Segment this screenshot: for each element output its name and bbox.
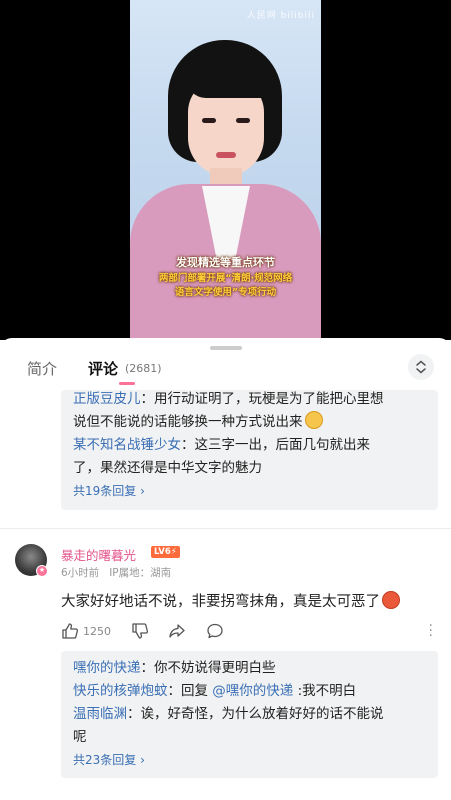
anchor-right-eye	[236, 118, 250, 123]
reply-item: 温雨临渊：诶，好奇怪，为什么放着好好的话不能说	[73, 703, 426, 726]
reply-author[interactable]: 正版豆皮儿	[73, 391, 141, 407]
reply-button[interactable]	[206, 620, 224, 642]
reply-text: ：回复	[167, 683, 213, 699]
thumbs-down-icon	[132, 623, 149, 639]
comment-username[interactable]: 暴走的曙暮光	[61, 545, 136, 564]
share-icon	[169, 624, 185, 638]
reply-text: ：诶，好奇怪，为什么放着好好的话不能说	[127, 706, 384, 722]
reply-author[interactable]: 嘿你的快递	[73, 660, 141, 676]
tab-comments[interactable]: 评论	[88, 358, 118, 379]
video-player[interactable]: 人民网 bilibili 发现精选等重点环节 两部门部署开展“清朗·规范网络 语…	[0, 0, 451, 340]
anchor-fringe	[186, 50, 268, 98]
sweat-emoji-icon	[304, 411, 323, 429]
expand-button[interactable]	[408, 354, 434, 380]
comment-meta: 6小时前 IP属地：湖南	[61, 565, 171, 580]
reply-item: 嘿你的快递：你不妨说得更明白些	[73, 657, 426, 680]
reply-text: 呢	[73, 729, 87, 745]
reply-item: 呢	[73, 726, 426, 749]
video-watermark: 人民网 bilibili	[246, 11, 315, 21]
chat-bubble-icon	[207, 623, 223, 639]
video-caption-line1: 发现精选等重点环节	[176, 256, 275, 269]
view-more-replies-link[interactable]: 共23条回复 ›	[73, 751, 426, 768]
reply-text: :我不明白	[293, 683, 357, 699]
share-button[interactable]	[168, 620, 186, 642]
level-badge: LV6⚡	[151, 546, 180, 558]
reply-text: ：用行动证明了，玩梗是为了能把心里想	[140, 391, 384, 407]
thumbs-up-icon	[62, 623, 79, 639]
tab-intro[interactable]: 简介	[27, 358, 57, 379]
like-count: 1250	[83, 624, 111, 638]
reply-preview-box[interactable]: 嘿你的快递：你不妨说得更明白些 快乐的核弹炮蚊：回复 @嘿你的快递 :我不明白 …	[61, 651, 438, 778]
reply-author[interactable]: 某不知名战锤少女	[73, 437, 181, 453]
avatar-badge-icon: ★	[36, 565, 48, 577]
reply-preview-box[interactable]: 正版豆皮儿：用行动证明了，玩梗是为了能把心里想 说但不能说的话能够换一种方式说出…	[61, 390, 438, 510]
view-more-replies-link[interactable]: 共19条回复 ›	[73, 482, 426, 499]
active-tab-indicator	[119, 382, 135, 385]
comment-actions: 1250 · · ·	[61, 619, 441, 643]
tab-bar: 简介 评论 (2681)	[0, 338, 451, 394]
reply-item: 说但不能说的话能够换一种方式说出来	[73, 411, 426, 434]
reply-text: 说但不能说的话能够换一种方式说出来	[73, 414, 303, 430]
dislike-button[interactable]	[131, 620, 149, 642]
comments-count: (2681)	[125, 362, 162, 375]
comment-time: 6小时前	[61, 567, 100, 579]
reply-mention[interactable]: @嘿你的快递	[212, 683, 293, 699]
reply-item: 正版豆皮儿：用行动证明了，玩梗是为了能把心里想	[73, 388, 426, 411]
more-vertical-icon[interactable]: · · ·	[429, 619, 433, 643]
reply-text: 了，果然还得是中华文字的魅力	[73, 460, 262, 476]
reply-author[interactable]: 温雨临渊	[73, 706, 127, 722]
drag-handle[interactable]	[210, 346, 242, 350]
reply-item: 某不知名战锤少女：这三字一出，后面几句就出来	[73, 434, 426, 457]
comment-divider	[0, 528, 451, 529]
reply-item: 快乐的核弹炮蚊：回复 @嘿你的快递 :我不明白	[73, 680, 426, 703]
comment-text: 大家好好地话不说，非要拐弯抹角，真是太可恶了	[61, 590, 400, 614]
like-button[interactable]: 1250	[61, 620, 111, 642]
reply-item: 了，果然还得是中华文字的魅力	[73, 457, 426, 480]
expand-icon	[416, 360, 426, 374]
video-caption-line2: 两部门部署开展“清朗·规范网络	[158, 273, 293, 284]
angry-emoji-icon	[382, 591, 400, 609]
anchor-lips	[216, 152, 236, 158]
reply-text: ：这三字一出，后面几句就出来	[181, 437, 370, 453]
reply-author[interactable]: 快乐的核弹炮蚊	[73, 683, 168, 699]
anchor-left-eye	[202, 118, 216, 123]
comment-body: 大家好好地话不说，非要拐弯抹角，真是太可恶了	[61, 594, 380, 610]
video-caption-line3: 语言文字使用”专项行动	[174, 287, 277, 298]
reply-text: ：你不妨说得更明白些	[140, 660, 276, 676]
video-frame: 人民网 bilibili 发现精选等重点环节 两部门部署开展“清朗·规范网络 语…	[130, 0, 321, 340]
comment-location: IP属地：湖南	[109, 567, 172, 579]
